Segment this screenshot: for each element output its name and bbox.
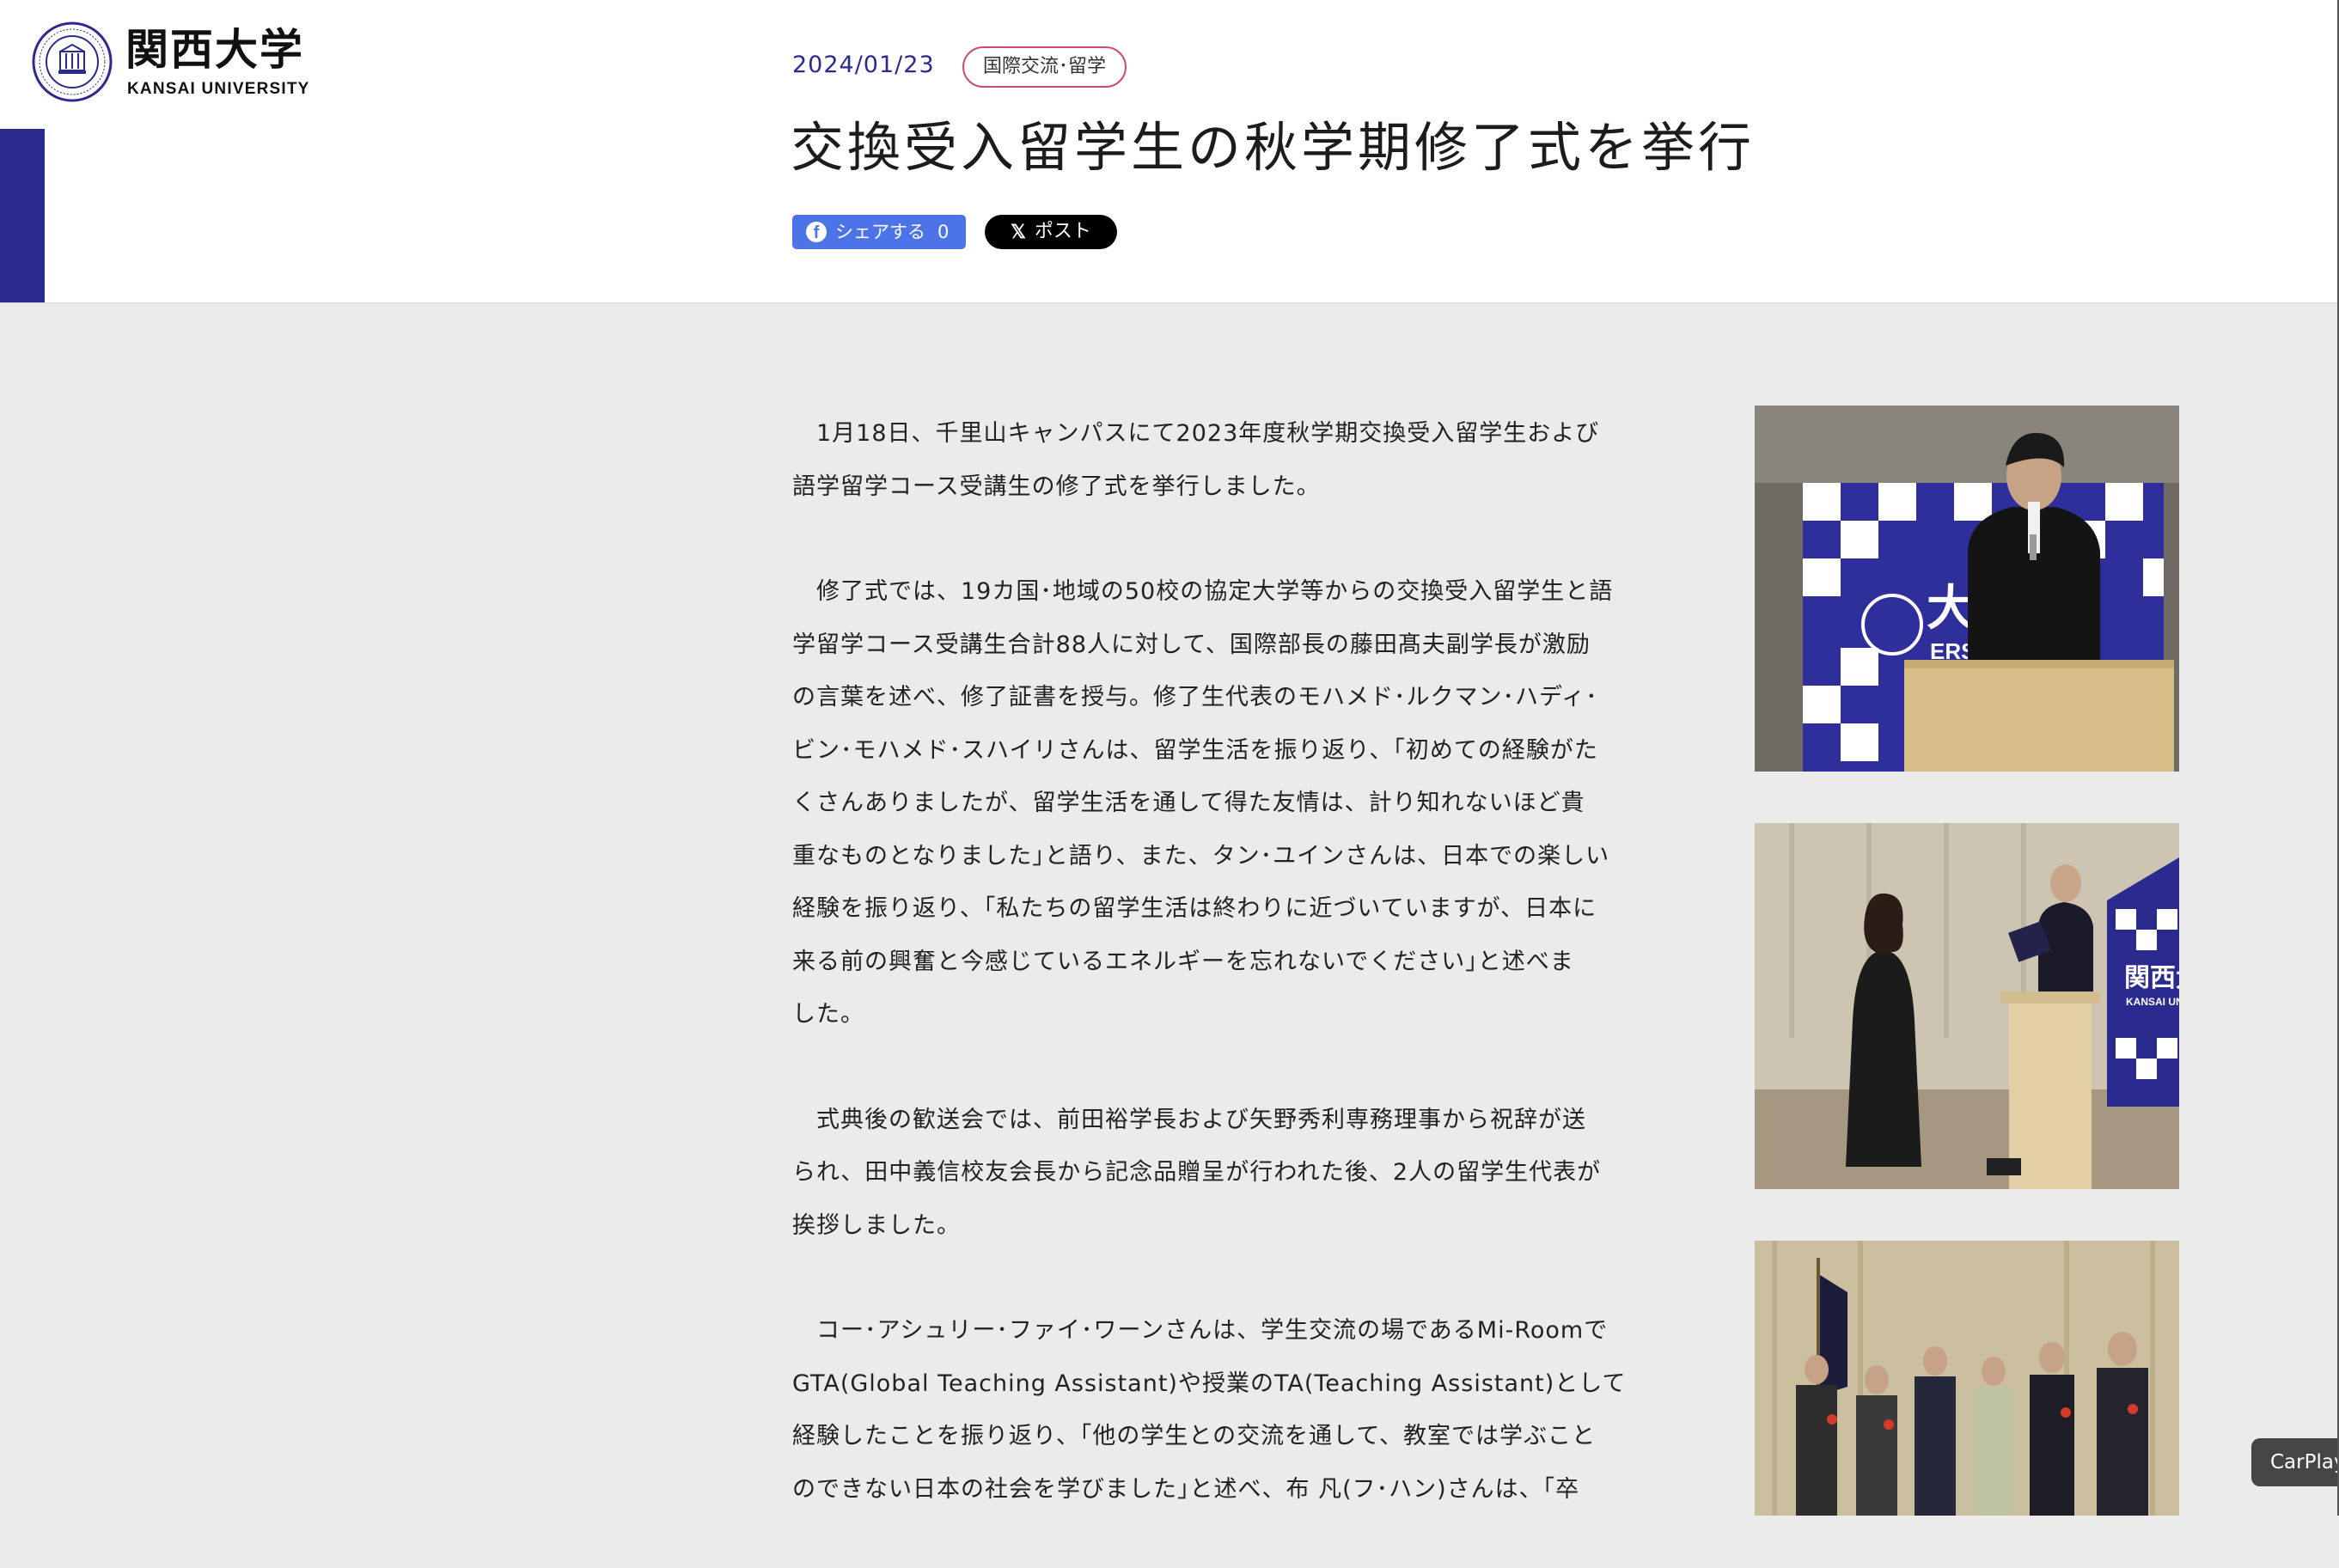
- x-post-label: ポスト: [1034, 221, 1091, 242]
- x-logo-icon: 𝕏: [1011, 221, 1026, 242]
- page-title: 交換受入留学生の秋学期修了式を挙行: [791, 116, 1756, 179]
- site-header: 関西大学 KANSAI UNIVERSITY 2024/01/23 国際交流･留…: [0, 0, 2339, 303]
- category-tag[interactable]: 国際交流･留学: [962, 46, 1127, 88]
- facebook-share-count: 0: [937, 222, 950, 242]
- article-date: 2024/01/23: [792, 52, 935, 78]
- logo-name-jp: 関西大学: [125, 25, 304, 75]
- banner-name-en: KANSAI UNIVERSITY: [2126, 996, 2179, 1008]
- facebook-icon: f: [806, 222, 827, 242]
- facebook-share-button[interactable]: f シェアする 0: [792, 215, 966, 249]
- carplay-overlay[interactable]: CarPlay: [2251, 1438, 2339, 1486]
- university-seal-icon: [32, 21, 113, 102]
- logo-name-en: KANSAI UNIVERSITY: [127, 80, 310, 98]
- article-paragraph: 式典後の歓送会では、前田裕学長および矢野秀利専務理事から祝辞が送 られ、田中義信…: [792, 1106, 1602, 1239]
- article-body: 1月18日、千里山キャンパスにて2023年度秋学期交換受入留学生および 語学留学…: [792, 407, 1652, 1568]
- banner-name-jp: 関西大学: [2124, 963, 2179, 993]
- ceremony-speech-photo: 大学 ERSITY: [1755, 406, 2179, 772]
- facebook-share-label: シェアする: [835, 222, 925, 242]
- accent-bar: [0, 129, 45, 302]
- article-paragraph: 1月18日、千里山キャンパスにて2023年度秋学期交換受入留学生および 語学留学…: [792, 420, 1600, 500]
- article-paragraph: 修了式では、19カ国･地域の50校の協定大学等からの交換受入留学生と語 学留学コ…: [792, 578, 1614, 1028]
- x-post-button[interactable]: 𝕏 ポスト: [985, 215, 1117, 249]
- article-paragraph: コー･アシュリー･ファイ･ワーンさんは、学生交流の場であるMi-Roomで GT…: [792, 1317, 1627, 1503]
- certificate-ceremony-photo: 関西大学 KANSAI UNIVERSITY: [1755, 823, 2179, 1189]
- group-photo: [1755, 1241, 2179, 1516]
- university-logo[interactable]: 関西大学 KANSAI UNIVERSITY: [31, 21, 323, 107]
